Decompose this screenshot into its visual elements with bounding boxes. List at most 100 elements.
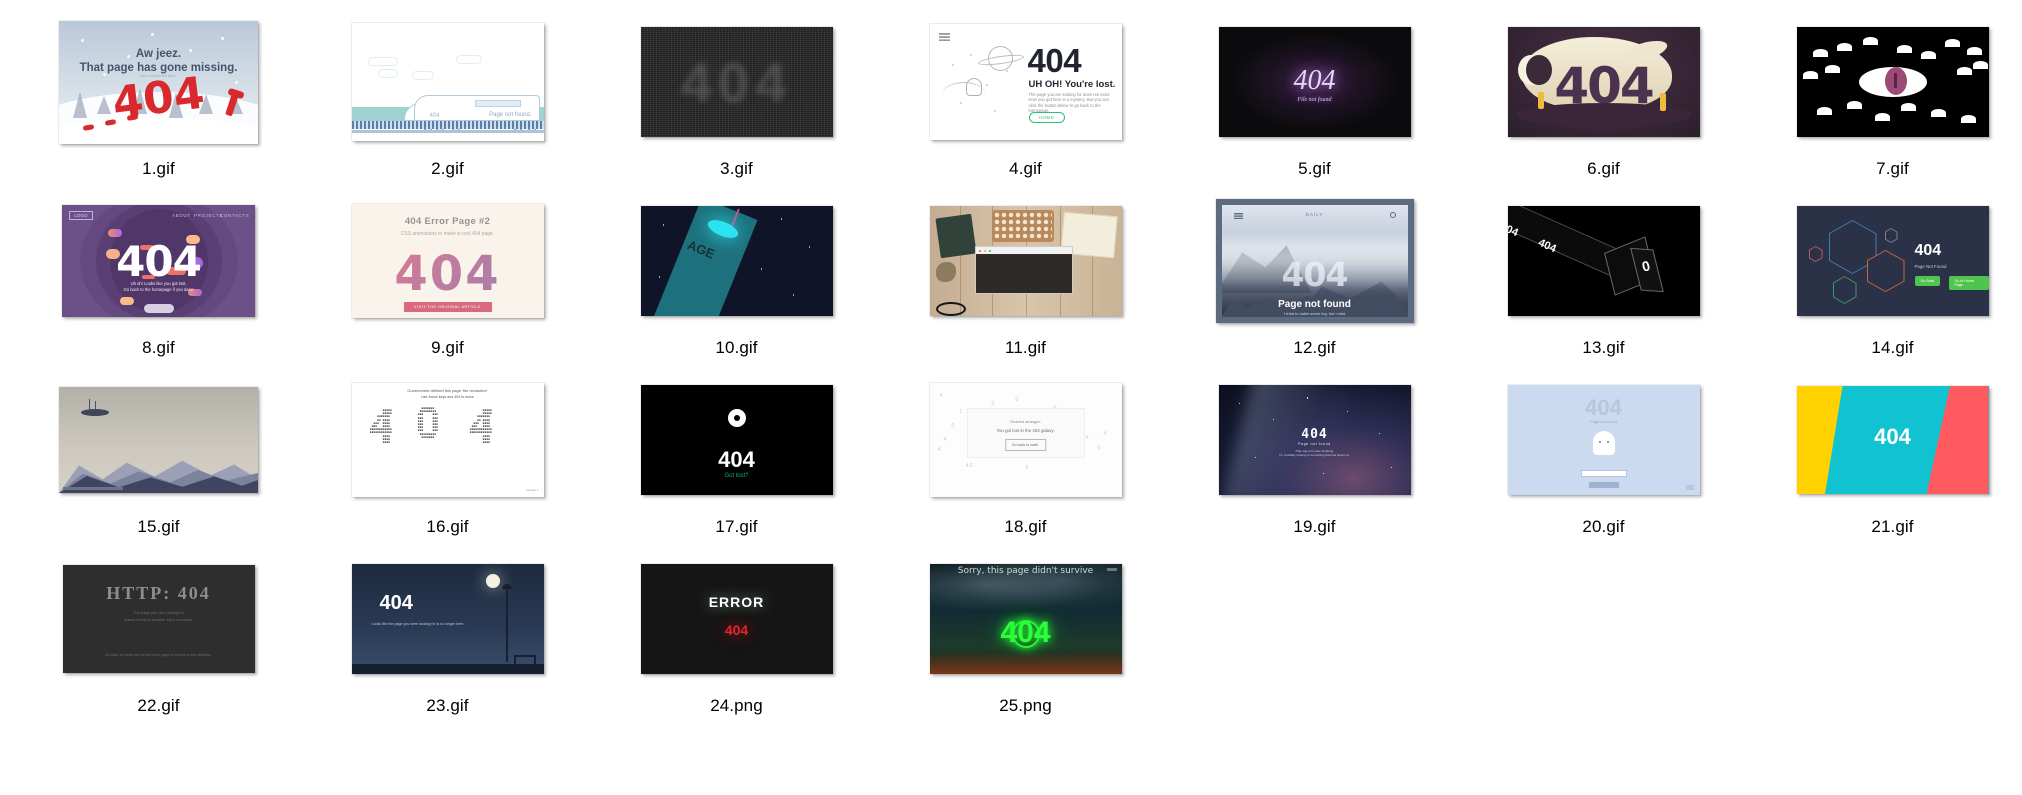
- file-item-13[interactable]: 404 404 0 13.gif: [1459, 191, 1748, 370]
- preview-404-purple-site: LOGO ABOUT PROJECTS CONTACTS 404 Uh oh! …: [62, 205, 255, 317]
- message-line: You got lost in the 404 galaxy.: [996, 428, 1055, 433]
- go-back-button[interactable]: Go Back: [1914, 276, 1941, 286]
- notebook: [934, 213, 977, 259]
- home-button[interactable]: HOME: [1028, 112, 1065, 123]
- home-button[interactable]: [143, 304, 174, 313]
- nav-about[interactable]: ABOUT: [172, 213, 191, 218]
- nav-projects[interactable]: PROJECTS: [194, 213, 223, 218]
- footer-text: Go back, or head over to the home page t…: [104, 653, 213, 657]
- thumbnail-11[interactable]: [895, 191, 1157, 331]
- file-label: 19.gif: [1293, 517, 1336, 536]
- file-item-23[interactable]: 404 Looks like the page you were looking…: [303, 549, 592, 728]
- file-label: 5.gif: [1298, 159, 1331, 178]
- file-item-17[interactable]: 404 Got lost? 17.gif: [592, 370, 881, 549]
- thumbnail-15[interactable]: [28, 370, 290, 510]
- caption-link[interactable]: Got lost?: [641, 473, 833, 479]
- file-item-22[interactable]: HTTP: 404 The page you are looking for d…: [14, 549, 303, 728]
- file-item-16[interactable]: Government defined this page 'the revolu…: [303, 370, 592, 549]
- thumbnail-14[interactable]: 404 Page Not Found Go Back Go to Home Pa…: [1762, 191, 2022, 331]
- small-eye: [1802, 71, 1818, 79]
- file-label: 20.gif: [1582, 517, 1625, 536]
- thumbnail-20[interactable]: 404 Page not found: [1473, 370, 1735, 510]
- file-item-19[interactable]: 404 Page not found That may not mean any…: [1170, 370, 1459, 549]
- corner-badge: [1685, 485, 1694, 490]
- file-item-18[interactable]: 4 1 0 4 0 0 4 0 4 4 4 0 4.0 0 4 Dearest …: [881, 370, 1170, 549]
- cloud: [455, 55, 482, 64]
- file-item-2[interactable]: Page not found. 404 2.gif: [303, 12, 592, 191]
- window-controls[interactable]: [1106, 568, 1117, 571]
- key-digit-0: ▪▪▪▪▪▪▪ ▪▪▪▪▪▪▪▪▪ ▪▪▪ ▪▪▪ ▪▪▪ ▪▪▪ ▪▪▪ ▪▪…: [417, 406, 438, 439]
- preview-404-error-neon: ERROR 404: [640, 564, 833, 674]
- thumbnail-16[interactable]: Government defined this page 'the revolu…: [317, 370, 579, 510]
- small-eye: [1960, 115, 1976, 123]
- file-item-11[interactable]: 11.gif: [881, 191, 1170, 370]
- thumbnail-12[interactable]: DAILY 404 Page not found I tried to catc…: [1184, 191, 1446, 331]
- search-input[interactable]: [1580, 470, 1627, 477]
- snowflake: [81, 38, 84, 42]
- minimize-dot[interactable]: [983, 249, 986, 252]
- thumbnail-23[interactable]: 404 Looks like the page you were looking…: [317, 549, 579, 689]
- thumbnail-18[interactable]: 4 1 0 4 0 0 4 0 4 4 4 0 4.0 0 4 Dearest …: [895, 370, 1157, 510]
- thumbnail-1[interactable]: Aw jeez. That page has gone missing. Not…: [28, 12, 290, 152]
- logo[interactable]: LOGO: [69, 211, 93, 220]
- star: [780, 218, 782, 220]
- search-button[interactable]: [1588, 482, 1619, 488]
- thumbnail-10[interactable]: AGE: [606, 191, 868, 331]
- file-item-1[interactable]: Aw jeez. That page has gone missing. Not…: [14, 12, 303, 191]
- file-item-25[interactable]: Sorry, this page didn't survive 404 25.p…: [881, 549, 1170, 728]
- nav-contacts[interactable]: CONTACTS: [220, 213, 249, 218]
- go-back-button[interactable]: Go back to earth.: [1004, 439, 1047, 451]
- thumbnail-3[interactable]: 404: [606, 12, 868, 152]
- star: [760, 268, 762, 270]
- thumbnail-7[interactable]: [1762, 12, 2022, 152]
- file-label: 3.gif: [720, 159, 753, 178]
- sub-instruction: Use Arrow keys and 404 to move: [421, 395, 474, 399]
- file-item-5[interactable]: 404 File not found 5.gif: [1170, 12, 1459, 191]
- big-number: 404: [1874, 424, 1911, 449]
- preview-404-color-blocks: 404: [1796, 386, 1989, 494]
- key-digit-4: ▪▪▪▪▪ ▪▪▪▪▪ ▪▪▪▪▪▪▪ ▪▪ ▪▪▪▪ ▪▪▪ ▪▪▪▪ ▪▪▪…: [469, 408, 492, 445]
- thumbnail-21[interactable]: 404: [1762, 370, 2022, 510]
- search-icon[interactable]: [1389, 212, 1396, 218]
- go-home-button[interactable]: Go to Home Page: [1948, 276, 1989, 290]
- file-item-10[interactable]: AGE 10.gif: [592, 191, 881, 370]
- file-item-15[interactable]: 15.gif: [14, 370, 303, 549]
- file-label: 7.gif: [1876, 159, 1909, 178]
- preview-404-http: HTTP: 404 The page you are looking for d…: [62, 565, 255, 673]
- thumbnail-6[interactable]: 404: [1473, 12, 1735, 152]
- preview-404-keyboard: Government defined this page 'the revolu…: [351, 383, 544, 497]
- file-item-20[interactable]: 404 Page not found 20.gif: [1459, 370, 1748, 549]
- thumbnail-19[interactable]: 404 Page not found That may not mean any…: [1184, 370, 1446, 510]
- file-item-12[interactable]: DAILY 404 Page not found I tried to catc…: [1170, 191, 1459, 370]
- file-item-9[interactable]: 404 Error Page #2 CSS animations to make…: [303, 191, 592, 370]
- big-number: 404: [1000, 616, 1051, 649]
- thumbnail-5[interactable]: 404 File not found: [1184, 12, 1446, 152]
- thumbnail-9[interactable]: 404 Error Page #2 CSS animations to make…: [317, 191, 579, 331]
- file-item-7[interactable]: 7.gif: [1748, 12, 2022, 191]
- thumbnail-8[interactable]: LOGO ABOUT PROJECTS CONTACTS 404 Uh oh! …: [28, 191, 290, 331]
- big-number: 404: [1027, 42, 1082, 79]
- file-item-8[interactable]: LOGO ABOUT PROJECTS CONTACTS 404 Uh oh! …: [14, 191, 303, 370]
- article-button[interactable]: VISIT THE ORIGINAL ARTICLE: [403, 302, 492, 312]
- browser-window: [974, 246, 1073, 294]
- thumbnail-13[interactable]: 404 404 0: [1473, 191, 1735, 331]
- small-eye: [1812, 49, 1828, 57]
- star: [658, 276, 660, 278]
- file-item-21[interactable]: 404 21.gif: [1748, 370, 2022, 549]
- file-item-14[interactable]: 404 Page Not Found Go Back Go to Home Pa…: [1748, 191, 2022, 370]
- thumbnail-25[interactable]: Sorry, this page didn't survive 404: [895, 549, 1157, 689]
- thumbnail-4[interactable]: 404 UH OH! You're lost. The page you are…: [895, 12, 1157, 152]
- thumbnail-17[interactable]: 404 Got lost?: [606, 370, 868, 510]
- thumbnail-24[interactable]: ERROR 404: [606, 549, 868, 689]
- floating-pill: [108, 229, 122, 237]
- close-dot[interactable]: [978, 249, 981, 252]
- brand: DAILY: [1305, 212, 1324, 217]
- thumbnail-2[interactable]: Page not found. 404: [317, 12, 579, 152]
- maximize-dot[interactable]: [988, 249, 991, 252]
- big-number: 404: [1293, 65, 1336, 96]
- thumbnail-22[interactable]: HTTP: 404 The page you are looking for d…: [28, 549, 290, 689]
- file-item-24[interactable]: ERROR 404 24.png: [592, 549, 881, 728]
- file-item-4[interactable]: 404 UH OH! You're lost. The page you are…: [881, 12, 1170, 191]
- file-item-6[interactable]: 404 6.gif: [1459, 12, 1748, 191]
- file-item-3[interactable]: 404 3.gif: [592, 12, 881, 191]
